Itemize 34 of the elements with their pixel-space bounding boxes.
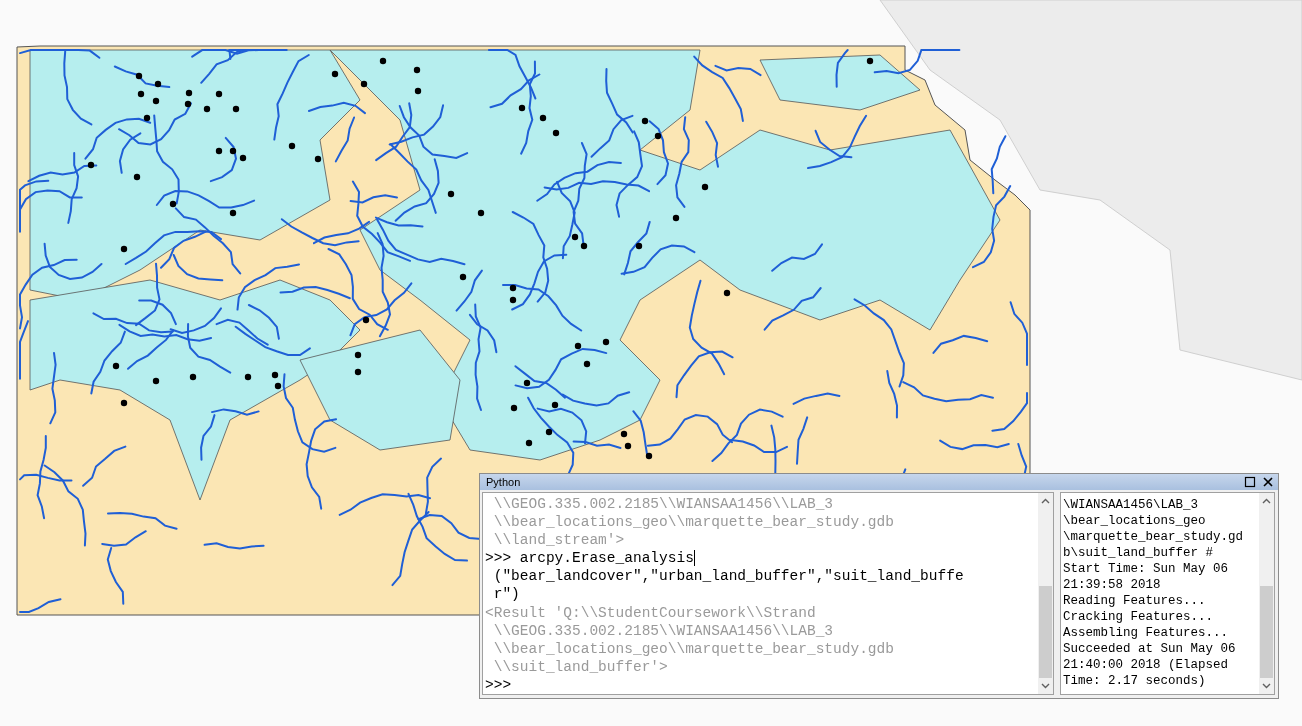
close-button[interactable] xyxy=(1262,476,1274,488)
scroll-up-icon[interactable] xyxy=(1262,497,1271,504)
console-output-line: \\GEOG.335.002.2185\\WIANSAA1456\\LAB_3 xyxy=(492,494,835,514)
message-line: Reading Features... xyxy=(1063,592,1207,609)
message-line: 21:40:00 2018 (Elapsed xyxy=(1063,656,1230,673)
scroll-up-icon[interactable] xyxy=(1041,497,1050,504)
console-input-line: r") xyxy=(492,585,521,604)
console-output-line: \\suit_land_buffer'> xyxy=(492,657,669,676)
message-line: Succeeded at Sun May 06 xyxy=(1063,640,1237,657)
console-output-line: <Result 'Q:\\StudentCoursework\\Strand xyxy=(485,603,817,622)
console-input-line: >>> arcpy.Erase_analysis xyxy=(485,549,696,568)
scroll-down-icon[interactable] xyxy=(1041,683,1050,689)
message-line: Time: 2.17 seconds) xyxy=(1063,672,1207,689)
console-input-line: ("bear_landcover","urban_land_buffer","suit_land_buffe xyxy=(492,567,965,586)
console-output-line: \\GEOG.335.002.2185\\WIANSAA1456\\LAB_3 xyxy=(492,621,835,640)
message-line: \marquette_bear_study.gd xyxy=(1063,528,1245,545)
message-line: Cracking Features... xyxy=(1063,608,1215,625)
message-line: \bear_locations_geo xyxy=(1063,512,1207,529)
window-title: Python xyxy=(486,476,522,488)
console-output-line: \\bear_locations_geo\\marquette_bear_study.gdb xyxy=(492,639,895,658)
message-line: b\suit_land_buffer # xyxy=(1063,544,1215,561)
scrollbar[interactable] xyxy=(1038,492,1053,694)
console-input-line: >>> xyxy=(485,675,513,694)
scroll-thumb[interactable] xyxy=(1039,586,1052,678)
message-line: \WIANSAA1456\LAB_3 xyxy=(1063,496,1200,513)
console-output-line: \\bear_locations_geo\\marquette_bear_study.gdb xyxy=(492,513,895,532)
console-output-line: \\land_stream'> xyxy=(492,531,626,550)
maximize-button[interactable] xyxy=(1244,476,1256,488)
message-line: Start Time: Sun May 06 xyxy=(1063,560,1230,577)
message-line: 21:39:58 2018 xyxy=(1063,576,1162,593)
message-line: Assembling Features... xyxy=(1063,624,1230,641)
scroll-down-icon[interactable] xyxy=(1262,683,1271,689)
scroll-thumb[interactable] xyxy=(1260,586,1273,678)
scrollbar[interactable] xyxy=(1259,492,1274,694)
